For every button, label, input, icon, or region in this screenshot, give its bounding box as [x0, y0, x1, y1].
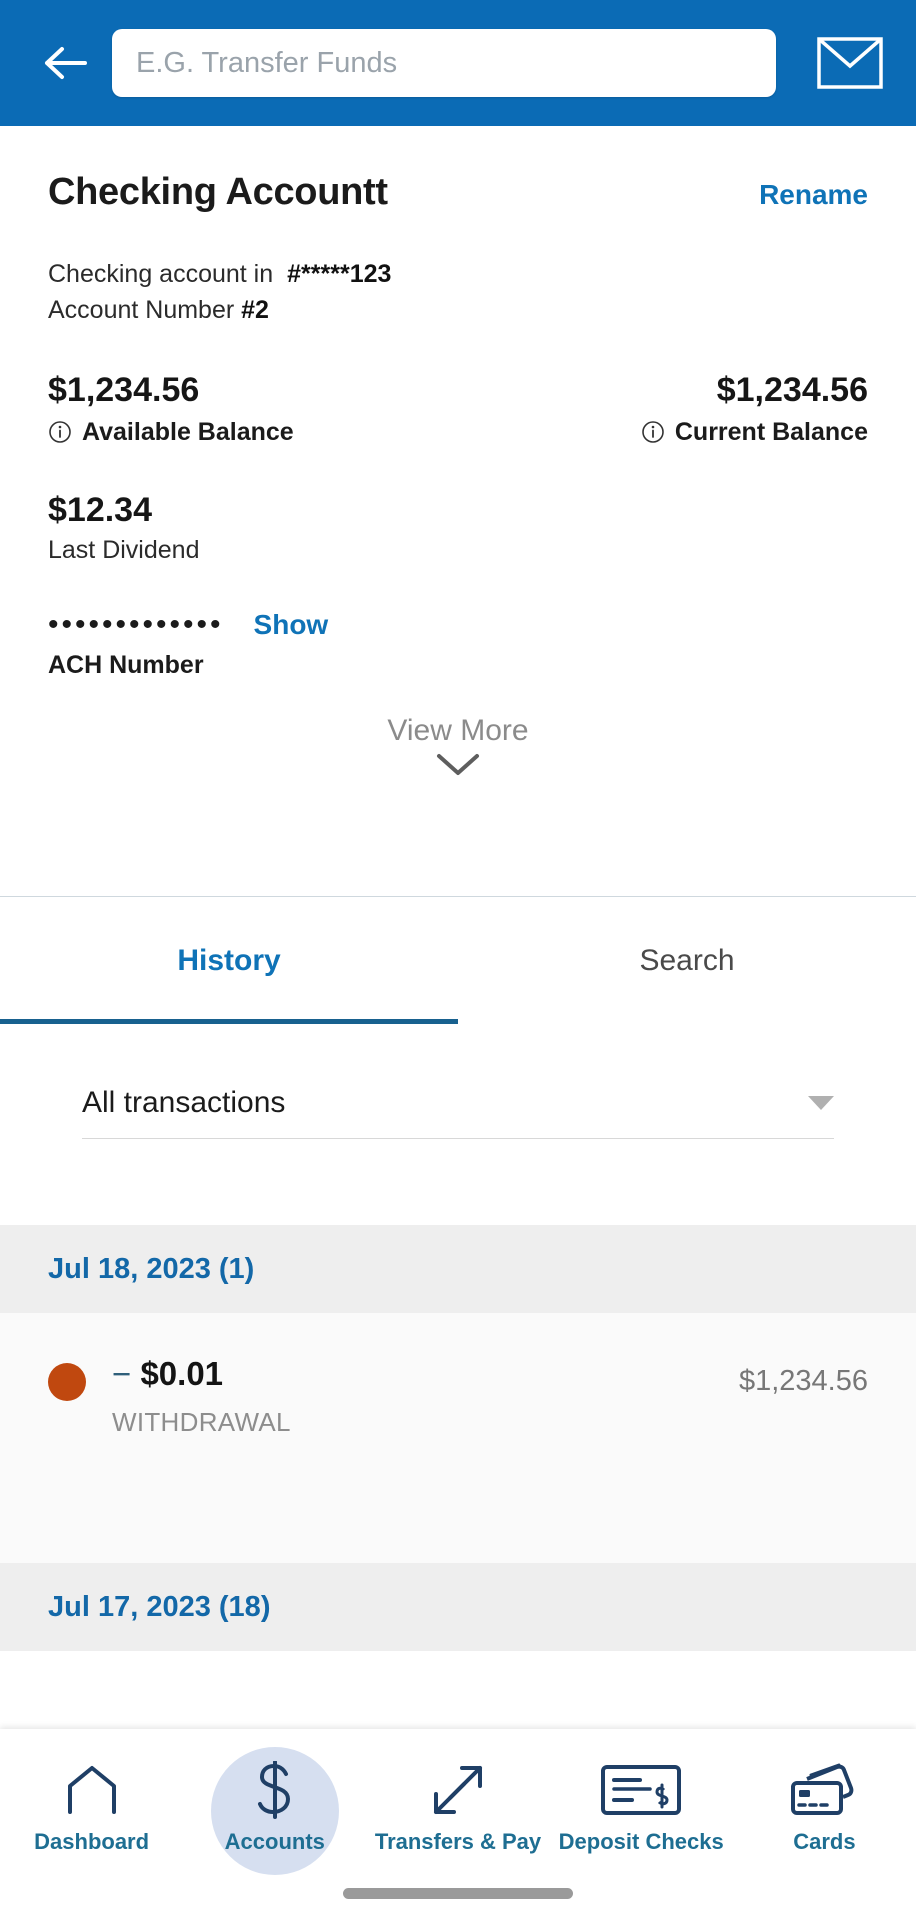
credit-cards-icon: [791, 1763, 854, 1815]
top-app-bar: [0, 0, 916, 126]
transaction-details: − $0.01 WITHDRAWAL: [112, 1355, 739, 1438]
caret-down-icon: [808, 1096, 834, 1110]
search-field-container[interactable]: [112, 29, 776, 97]
tab-search[interactable]: Search: [458, 897, 916, 1024]
transaction-sign: −: [112, 1355, 132, 1392]
view-more-label: View More: [387, 713, 529, 747]
info-circle-icon[interactable]: [641, 420, 665, 444]
current-balance-label: Current Balance: [674, 417, 868, 446]
balances-row: $1,234.56 Available Balance $1,234.56 Cu…: [48, 371, 868, 447]
transaction-amount: − $0.01: [112, 1355, 739, 1393]
ach-masked-value: •••••••••••••: [48, 607, 224, 641]
transaction-filter-select[interactable]: All transactions: [82, 1086, 834, 1139]
last-dividend-amount: $12.34: [48, 490, 152, 529]
account-number-value: #2: [241, 296, 269, 325]
account-number-label: Account Number: [48, 296, 235, 325]
account-meta: Checking account in #*****123 Account Num…: [48, 256, 868, 329]
account-type-label: Checking account in: [48, 260, 274, 288]
date-header-label: Jul 18, 2023 (1): [48, 1252, 255, 1285]
credit-cards-icon-wrap: [789, 1761, 859, 1819]
account-number-line: Account Number #2: [48, 292, 868, 328]
last-dividend-label: Last Dividend: [48, 535, 200, 564]
home-indicator: [343, 1888, 573, 1899]
transaction-type: WITHDRAWAL: [112, 1407, 291, 1437]
nav-item-transfers-and-pay[interactable]: Transfers & Pay: [366, 1747, 549, 1855]
account-masked-number: #*****123: [287, 260, 392, 288]
dollar-sign-icon: [257, 1761, 290, 1819]
info-circle-icon[interactable]: [48, 420, 72, 444]
diagonal-arrows-icon-wrap: [430, 1761, 486, 1819]
nav-label-deposit-checks: Deposit Checks: [558, 1829, 724, 1854]
nav-label-transfers-and-pay: Transfers & Pay: [374, 1829, 542, 1854]
current-balance-amount: $1,234.56: [716, 370, 868, 409]
rename-button[interactable]: Rename: [759, 179, 868, 211]
current-balance-block: $1,234.56 Current Balance: [641, 371, 868, 447]
check-document-icon-wrap: [600, 1761, 682, 1819]
nav-item-cards[interactable]: Cards: [733, 1747, 916, 1855]
transaction-date-header: Jul 18, 2023 (1): [0, 1225, 916, 1313]
transaction-date-header: Jul 17, 2023 (18): [0, 1563, 916, 1651]
transaction-filter-value: All transactions: [82, 1086, 286, 1119]
search-input[interactable]: [136, 46, 752, 80]
available-balance-label: Available Balance: [82, 417, 294, 446]
nav-label-cards: Cards: [793, 1829, 856, 1854]
check-document-icon: [601, 1765, 682, 1815]
back-button[interactable]: [28, 25, 104, 101]
ach-number-block: ••••••••••••• Show ACH Number: [48, 609, 868, 680]
account-title-row: Checking Accountt Rename: [48, 126, 868, 214]
view-more-button[interactable]: View More: [48, 714, 868, 783]
transaction-list: Jul 18, 2023 (1) − $0.01 WITHDRAWAL $1,2…: [0, 1225, 916, 1651]
diagonal-arrows-icon: [434, 1766, 482, 1814]
last-dividend-block: $12.34 Last Dividend: [48, 491, 868, 565]
home-icon: [67, 1766, 116, 1814]
available-balance-block: $1,234.56 Available Balance: [48, 371, 294, 447]
bottom-navigation-bar: Dashboard Accounts Transfers & Pay Depos…: [0, 1729, 916, 1915]
transaction-running-balance: $1,234.56: [738, 1365, 868, 1397]
transaction-amount-value: $0.01: [140, 1355, 224, 1392]
home-icon-wrap: [64, 1761, 120, 1819]
arrow-left-icon: [45, 47, 87, 79]
account-type-line: Checking account in #*****123: [48, 256, 868, 292]
dollar-sign-icon-wrap: [253, 1761, 297, 1819]
nav-item-deposit-checks[interactable]: Deposit Checks: [550, 1747, 733, 1855]
nav-label-accounts: Accounts: [224, 1829, 325, 1854]
page-title: Checking Accountt: [48, 171, 388, 213]
nav-label-dashboard: Dashboard: [34, 1829, 150, 1854]
show-ach-button[interactable]: Show: [254, 609, 329, 641]
available-balance-amount: $1,234.56: [48, 370, 200, 409]
nav-item-accounts[interactable]: Accounts: [183, 1747, 366, 1875]
history-search-tabs: History Search: [0, 896, 916, 1024]
app-root: Checking Accountt Rename Checking accoun…: [0, 0, 916, 1915]
chevron-down-icon: [437, 753, 479, 775]
tab-history[interactable]: History: [0, 897, 458, 1024]
date-header-label: Jul 17, 2023 (18): [48, 1590, 271, 1623]
ach-number-label: ACH Number: [48, 650, 204, 679]
account-summary-panel: Checking Accountt Rename Checking accoun…: [0, 126, 916, 783]
messages-button[interactable]: [812, 32, 888, 94]
transaction-status-dot: [48, 1363, 86, 1401]
transaction-filter-wrap: All transactions: [0, 1024, 916, 1139]
envelope-icon: [817, 37, 883, 89]
nav-item-dashboard[interactable]: Dashboard: [0, 1747, 183, 1855]
table-row[interactable]: − $0.01 WITHDRAWAL $1,234.56: [0, 1313, 916, 1563]
